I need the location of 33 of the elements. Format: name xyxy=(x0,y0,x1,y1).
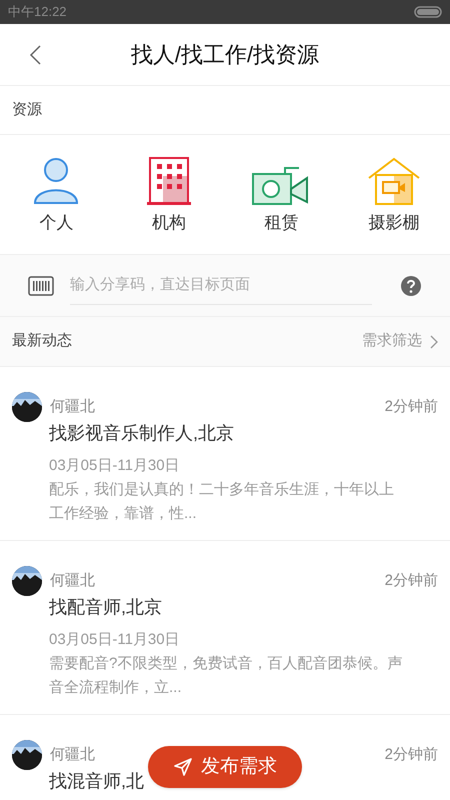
post-time: 2分钟前 xyxy=(384,744,438,765)
post-title: 找混音师,北 xyxy=(49,770,146,793)
post-dates: 03月05日-11月30日 xyxy=(49,630,181,650)
post-item[interactable]: 何疆北 2分钟前 找配音师,北京 03月05日-11月30日 需要配音?不限类型，免费试音，百人配音团恭候。声音全流程制作，立... xyxy=(0,541,450,715)
post-description: 配乐，我们是认真的！二十多年音乐生涯，十年以上工作经验，靠谱，性... xyxy=(49,480,395,524)
post-time: 2分钟前 xyxy=(384,396,438,417)
category-item[interactable]: 机构 xyxy=(112,154,225,236)
section-title: 资源 xyxy=(12,100,42,120)
house-camera-icon xyxy=(366,156,422,206)
post-item[interactable]: 何疆北 2分钟前 找影视音乐制作人,北京 03月05日-11月30日 配乐，我们是认真的！二十多年音乐生涯，十年以上工作经验，靠谱，性... xyxy=(0,367,450,541)
battery-icon xyxy=(414,6,442,18)
chevron-right-icon xyxy=(430,334,438,348)
share-code-bar[interactable]: 输入分享码，直达目标页面 xyxy=(0,254,450,317)
post-description: 需要配音?不限类型，免费试音，百人配音团恭候。声音全流程制作，立... xyxy=(49,654,404,698)
status-time: 中午12:22 xyxy=(8,3,67,22)
category-item[interactable]: 租赁 xyxy=(225,154,338,236)
category-item[interactable]: 个人 xyxy=(0,154,112,236)
barcode-icon[interactable] xyxy=(28,276,54,296)
publish-button[interactable]: 发布需求 xyxy=(148,746,302,788)
post-title: 找配音师,北京 xyxy=(49,596,164,619)
back-icon[interactable] xyxy=(28,44,42,66)
post-dates: 03月05日-11月30日 xyxy=(49,456,181,476)
post-time: 2分钟前 xyxy=(384,570,438,591)
person-icon xyxy=(32,156,80,206)
post-title: 找影视音乐制作人,北京 xyxy=(49,422,236,445)
page-title: 找人/找工作/找资源 xyxy=(130,41,320,69)
help-icon[interactable] xyxy=(400,274,422,296)
author-name: 何疆北 xyxy=(50,744,95,765)
send-icon xyxy=(173,757,193,777)
author-name: 何疆北 xyxy=(50,570,95,591)
category-item[interactable]: 摄影棚 xyxy=(338,154,450,236)
feed-title: 最新动态 xyxy=(12,331,72,352)
author-name: 何疆北 xyxy=(50,396,95,417)
